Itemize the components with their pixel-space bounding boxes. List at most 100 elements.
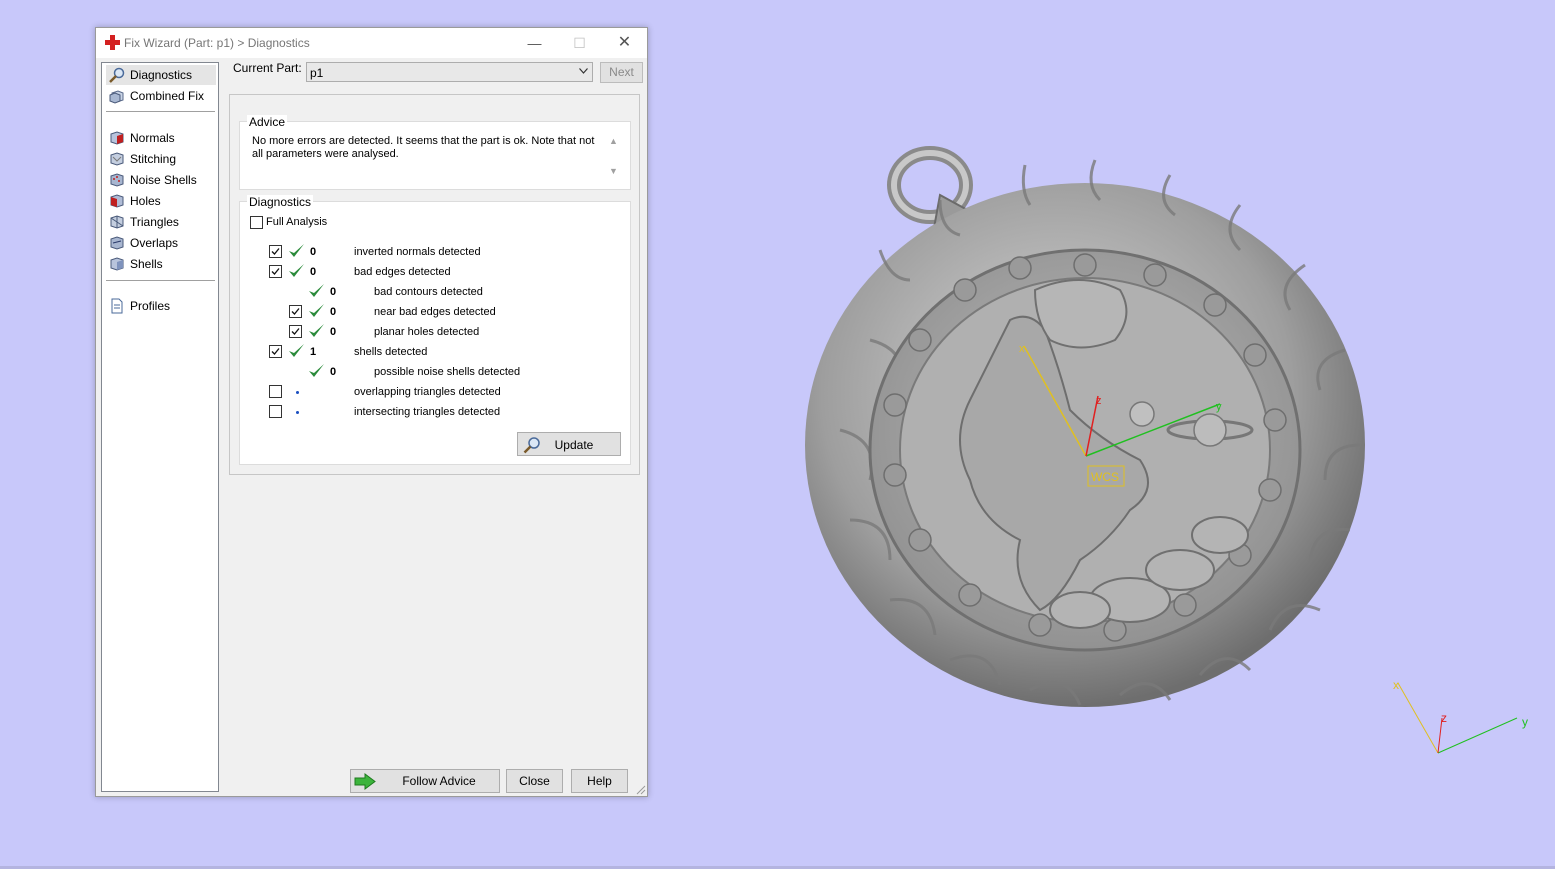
update-button[interactable]: Update: [517, 432, 621, 456]
nav-item-label: Triangles: [130, 215, 179, 229]
ok-check-icon: [289, 264, 304, 277]
update-label: Update: [554, 438, 594, 452]
diagnostics-group: Diagnostics Full Analysis 0 inverted nor…: [239, 195, 631, 465]
cube-triangles-icon: [110, 215, 124, 229]
triad-z-label: z: [1441, 711, 1447, 725]
shells-checkbox[interactable]: [269, 345, 282, 358]
cube-stack-icon: [109, 90, 124, 104]
minimize-button[interactable]: —: [512, 28, 557, 58]
cube-red-face-icon: [110, 131, 124, 145]
nav-item-shells[interactable]: Shells: [106, 254, 216, 274]
pendant-medallion: [868, 248, 1302, 652]
inverted-normals-checkbox[interactable]: [269, 245, 282, 258]
nav-item-noise-shells[interactable]: Noise Shells: [106, 170, 216, 190]
nav-item-label: Diagnostics: [130, 68, 193, 82]
bad-edges-checkbox[interactable]: [269, 265, 282, 278]
document-icon: [111, 298, 123, 314]
nav-item-profiles[interactable]: Profiles: [106, 296, 216, 316]
scroll-down-icon[interactable]: ▼: [609, 166, 618, 176]
ok-check-icon: [309, 284, 324, 297]
overlapping-triangles-checkbox[interactable]: [269, 385, 282, 398]
model-viewport[interactable]: x y z WCS: [780, 140, 1400, 730]
scroll-up-icon[interactable]: ▲: [609, 136, 618, 146]
follow-advice-label: Follow Advice: [402, 774, 476, 788]
overlapping-triangles-label: overlapping triangles detected: [354, 386, 501, 398]
nav-item-label: Stitching: [130, 152, 177, 166]
full-analysis-label: Full Analysis: [266, 216, 328, 228]
diagnostics-title: Diagnostics: [247, 195, 314, 209]
nav-item-label: Shells: [130, 257, 163, 271]
wcs-axis-x-label: x: [1019, 343, 1025, 355]
nav-item-label: Noise Shells: [130, 173, 197, 187]
app-cross-icon: [105, 35, 120, 50]
planar-holes-checkbox[interactable]: [289, 325, 302, 338]
shells-label: shells detected: [354, 346, 428, 358]
shells-count: 1: [310, 346, 317, 358]
cube-hole-icon: [110, 194, 124, 208]
full-analysis-checkbox[interactable]: [250, 216, 263, 229]
fix-wizard-nav: Diagnostics Combined Fix Normals Stitchi…: [101, 62, 219, 792]
cube-overlap-icon: [110, 236, 124, 250]
chevron-down-icon: [579, 68, 588, 74]
ok-check-icon: [289, 344, 304, 357]
maximize-button[interactable]: ☐: [557, 28, 602, 58]
close-button[interactable]: Close: [506, 769, 563, 793]
nav-item-label: Combined Fix: [130, 89, 205, 103]
nav-item-combined-fix[interactable]: Combined Fix: [106, 86, 216, 106]
window-title: Fix Wizard (Part: p1) > Diagnostics: [124, 36, 310, 50]
near-bad-edges-checkbox[interactable]: [289, 305, 302, 318]
planar-holes-count: 0: [330, 326, 337, 338]
cube-stitch-icon: [110, 152, 124, 166]
advice-text: No more errors are detected. It seems th…: [252, 135, 595, 160]
nav-item-diagnostics[interactable]: Diagnostics: [106, 65, 216, 85]
noise-shells-count: 0: [330, 366, 337, 378]
nav-item-label: Normals: [130, 131, 175, 145]
cube-shells-icon: [110, 257, 124, 271]
cube-noise-icon: [110, 173, 124, 187]
near-bad-edges-count: 0: [330, 306, 337, 318]
near-bad-edges-label: near bad edges detected: [374, 306, 496, 318]
magnifier-icon: [109, 67, 125, 83]
nav-item-overlaps[interactable]: Overlaps: [106, 233, 216, 253]
current-part-label: Current Part:: [233, 61, 302, 75]
ok-check-icon: [309, 304, 324, 317]
current-part-select[interactable]: p1: [306, 62, 593, 82]
resize-grip-icon[interactable]: [636, 785, 646, 795]
wcs-label: WCS: [1091, 470, 1119, 484]
bad-edges-count: 0: [310, 266, 317, 278]
triad-x-label: x: [1393, 678, 1399, 692]
nav-item-holes[interactable]: Holes: [106, 191, 216, 211]
inverted-normals-label: inverted normals detected: [354, 246, 481, 258]
follow-advice-button[interactable]: Follow Advice: [350, 769, 500, 793]
current-part-value: p1: [310, 66, 324, 80]
nav-item-triangles[interactable]: Triangles: [106, 212, 216, 232]
nav-item-stitching[interactable]: Stitching: [106, 149, 216, 169]
next-button[interactable]: Next: [600, 62, 643, 83]
ok-check-icon: [289, 244, 304, 257]
orientation-triad: x y z: [1393, 678, 1528, 754]
intersecting-triangles-label: intersecting triangles detected: [354, 406, 501, 418]
bad-contours-count: 0: [330, 286, 337, 298]
intersecting-triangles-checkbox[interactable]: [269, 405, 282, 418]
nav-item-label: Holes: [130, 194, 161, 208]
ok-check-icon: [309, 364, 324, 377]
close-window-button[interactable]: ✕: [602, 28, 647, 58]
inverted-normals-count: 0: [310, 246, 317, 258]
bad-edges-label: bad edges detected: [354, 266, 451, 278]
nav-item-label: Overlaps: [130, 236, 179, 250]
wcs-axis-z-label: z: [1096, 395, 1102, 407]
fix-wizard-dialog: Fix Wizard (Part: p1) > Diagnostics — ☐ …: [95, 27, 648, 797]
arrow-right-icon: [354, 773, 376, 790]
diagnostics-panel: Advice No more errors are detected. It s…: [229, 94, 640, 475]
advice-title: Advice: [247, 115, 288, 129]
triad-y-label: y: [1522, 715, 1528, 729]
advice-scrollbar[interactable]: ▲ ▼: [606, 134, 621, 178]
nav-item-normals[interactable]: Normals: [106, 128, 216, 148]
bad-contours-label: bad contours detected: [374, 286, 483, 298]
ok-check-icon: [309, 324, 324, 337]
title-bar[interactable]: Fix Wizard (Part: p1) > Diagnostics — ☐ …: [96, 28, 647, 58]
help-button[interactable]: Help: [571, 769, 628, 793]
planar-holes-label: planar holes detected: [374, 326, 480, 338]
wcs-axis-y-label: y: [1216, 401, 1222, 413]
nav-separator: [106, 280, 215, 281]
